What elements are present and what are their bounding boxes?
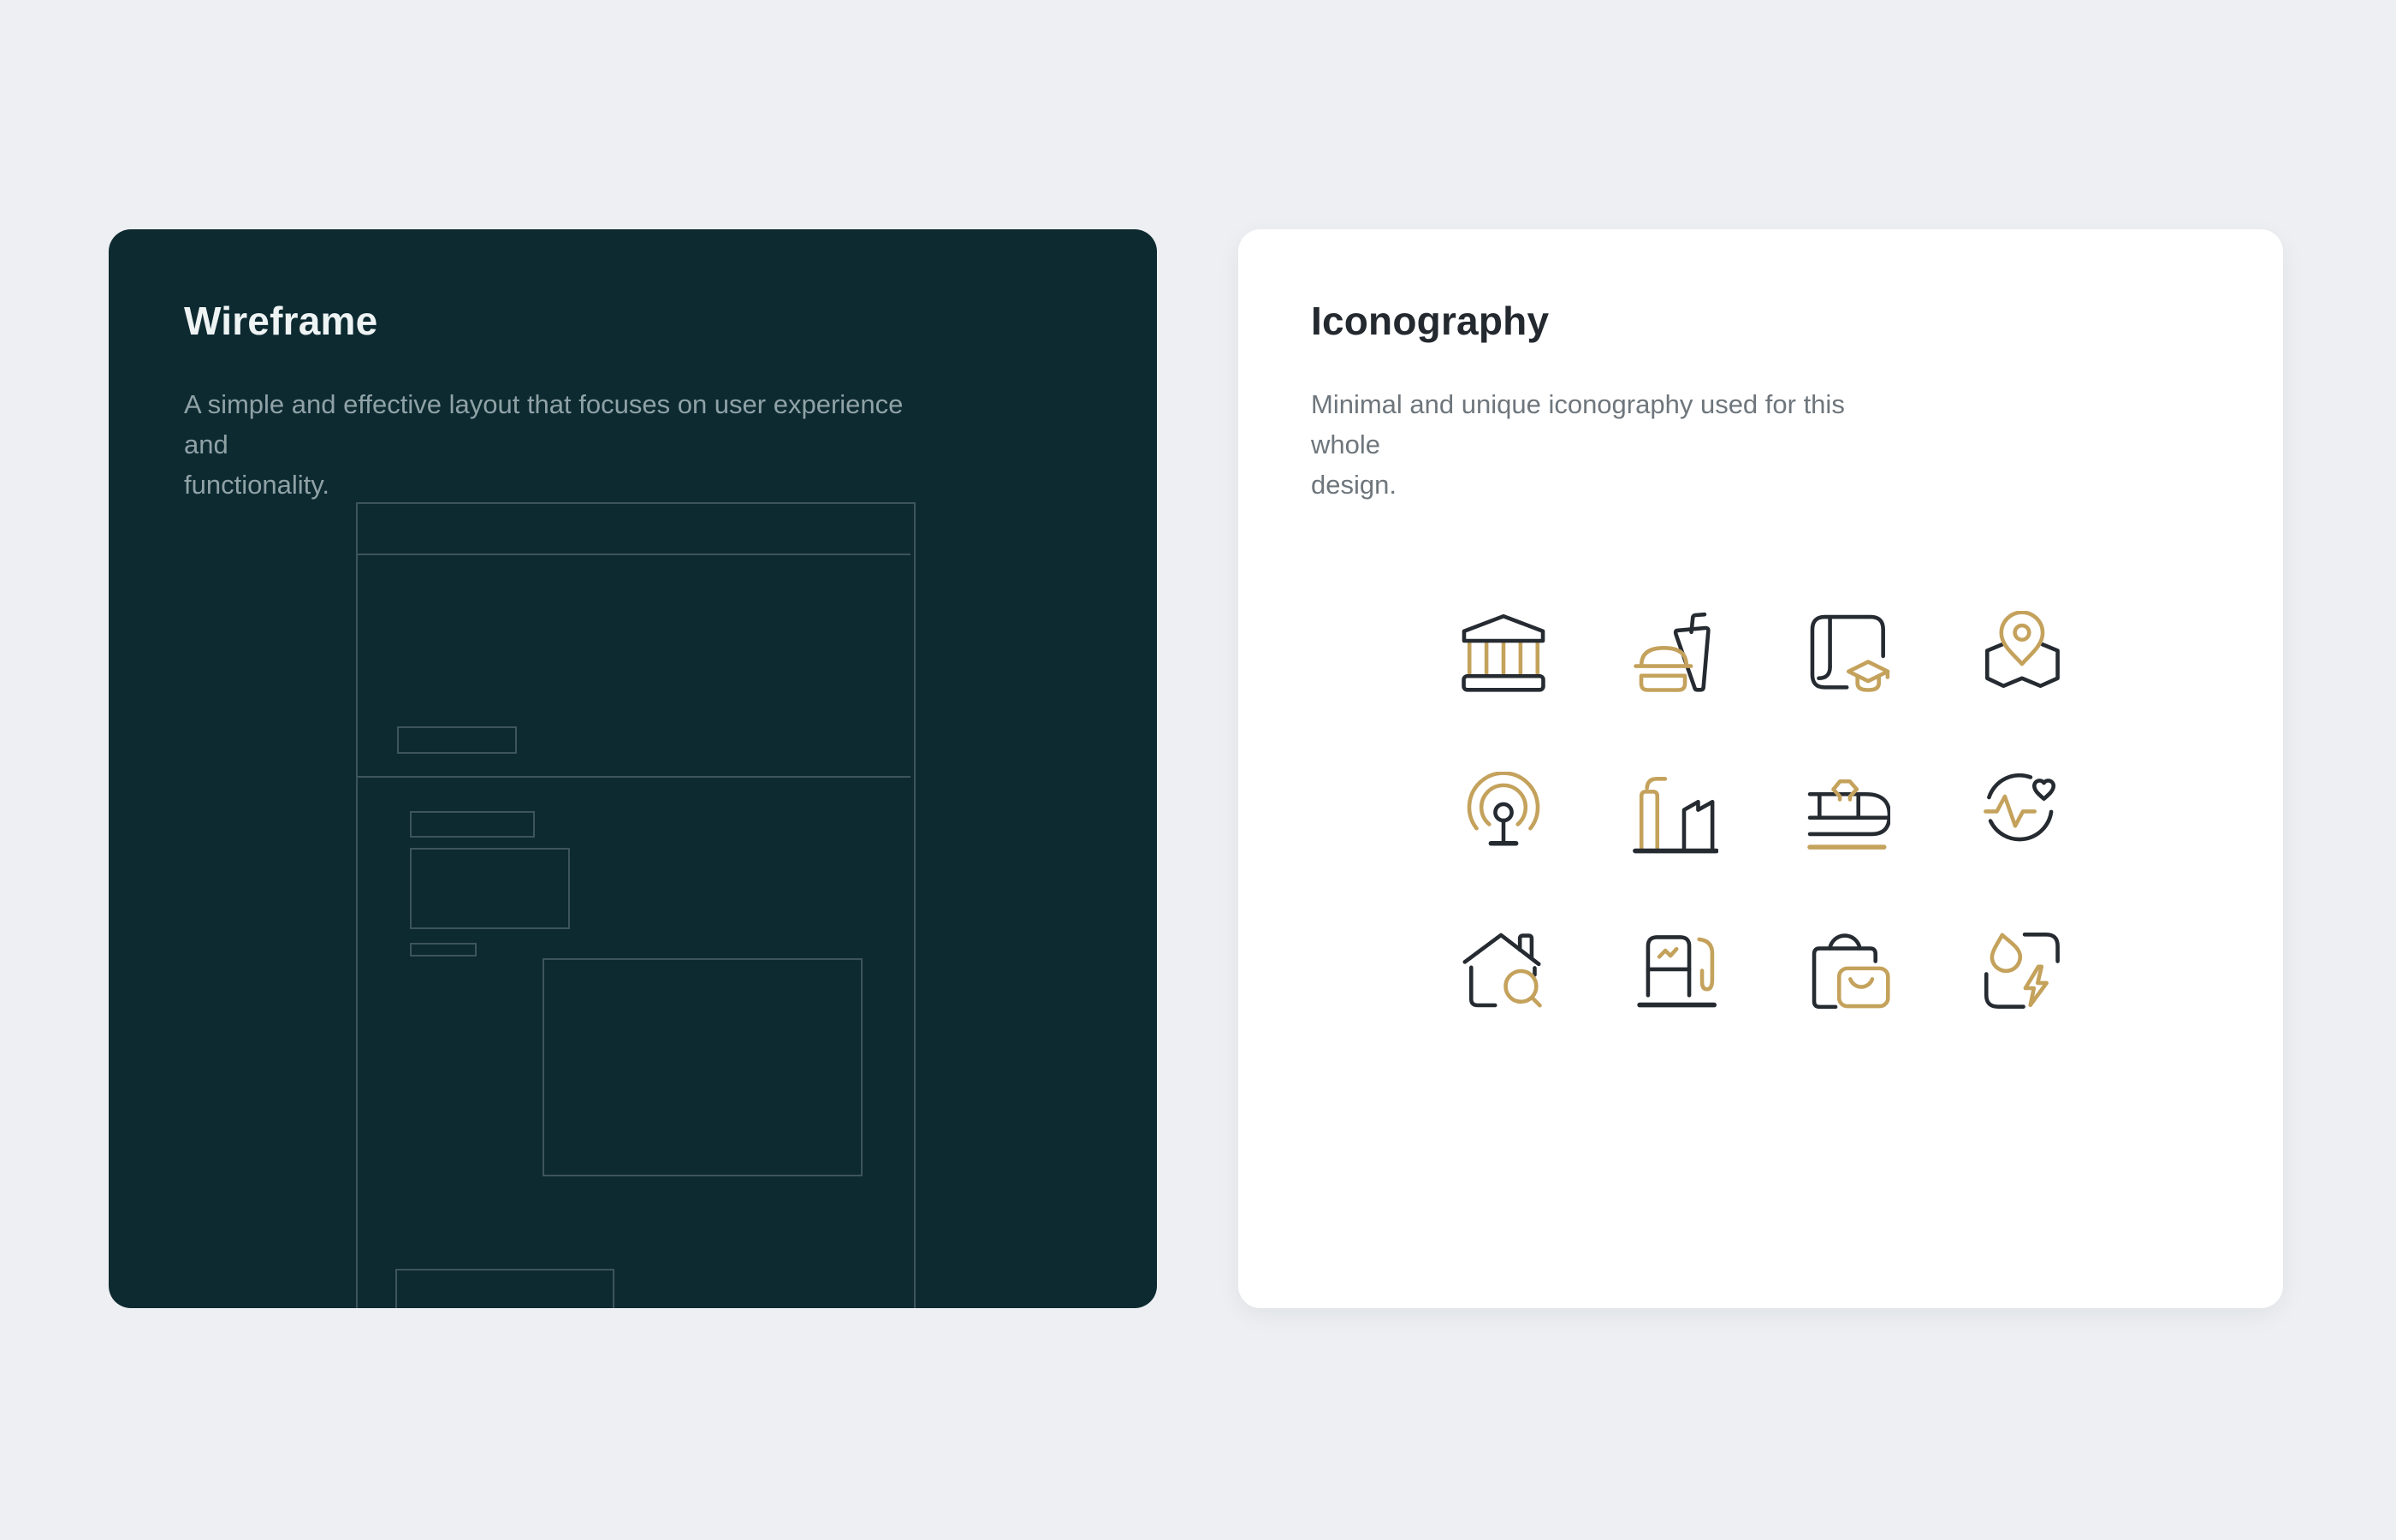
icon-grid <box>1461 611 2062 1018</box>
map-pin-icon <box>1977 611 2062 696</box>
wireframe-navbar-block <box>358 504 910 555</box>
education-book-icon <box>1805 611 1890 696</box>
charging-station-icon <box>1633 933 1718 1018</box>
iconography-description-line-2: design. <box>1311 465 1910 505</box>
iconography-card-title: Iconography <box>1311 298 1549 344</box>
wireframe-footer-block <box>395 1269 614 1308</box>
wireframe-hero-button-block <box>397 726 517 754</box>
wireframe-card: Wireframe A simple and effective layout … <box>109 229 1157 1308</box>
factory-icon <box>1633 772 1718 857</box>
fast-food-icon <box>1633 611 1718 696</box>
iconography-card-description: Minimal and unique iconography used for … <box>1311 384 1910 505</box>
train-icon <box>1805 772 1890 857</box>
wireframe-section-divider <box>358 776 910 778</box>
bank-icon <box>1461 611 1546 696</box>
wireframe-small-box-block <box>410 848 570 929</box>
wireframe-image-box-block <box>543 958 863 1176</box>
water-energy-icon <box>1977 933 2062 1018</box>
iconography-card: Iconography Minimal and unique iconograp… <box>1238 229 2283 1308</box>
wireframe-page-mock <box>356 502 916 1308</box>
wireframe-description-line-2: functionality. <box>184 465 937 505</box>
wireframe-description-line-1: A simple and effective layout that focus… <box>184 384 937 465</box>
wireframe-card-title: Wireframe <box>184 298 377 344</box>
home-search-icon <box>1461 933 1546 1018</box>
wireframe-label-block <box>410 811 535 838</box>
shopping-bags-icon <box>1805 933 1890 1018</box>
wireframe-card-description: A simple and effective layout that focus… <box>184 384 937 505</box>
iconography-description-line-1: Minimal and unique iconography used for … <box>1311 384 1910 465</box>
wireframe-text-line-block <box>410 943 477 957</box>
broadcast-antenna-icon <box>1461 772 1546 857</box>
health-pulse-icon <box>1977 772 2062 857</box>
